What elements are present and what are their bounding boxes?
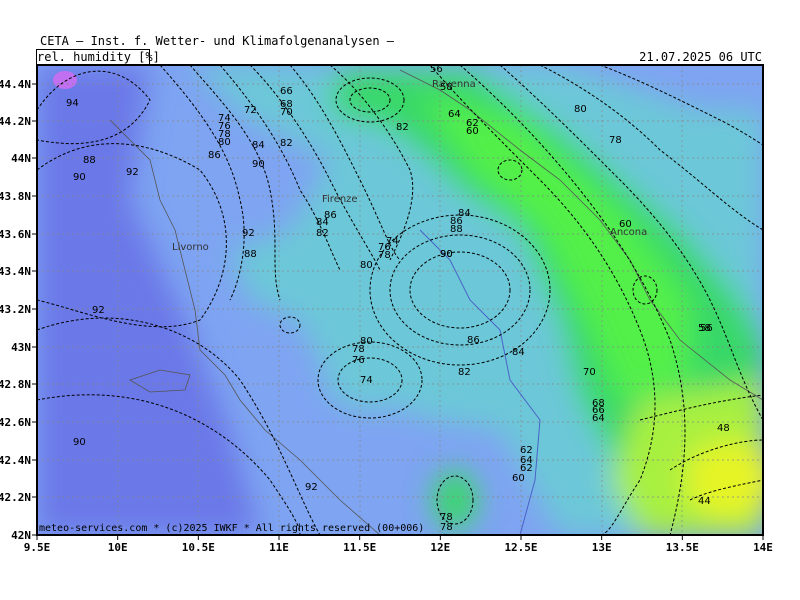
x-tick-label: 10.5E	[182, 541, 215, 554]
contour-label: 94	[66, 98, 79, 109]
contour-label: 64	[592, 413, 605, 424]
contour-label: 92	[242, 228, 255, 239]
x-tick-label: 9.5E	[24, 541, 51, 554]
contour-label: 90	[252, 159, 265, 170]
contour-label: 60	[466, 126, 479, 137]
x-tick-label: 11E	[269, 541, 289, 554]
contour-label: 84	[512, 347, 525, 358]
contour-label: 70	[583, 367, 596, 378]
y-tick-label: 43.4N	[0, 265, 31, 278]
contour-label: 80	[360, 260, 373, 271]
y-tick-label: 42.6N	[0, 416, 31, 429]
contour-label: 88	[244, 249, 257, 260]
contour-label: 92	[126, 167, 139, 178]
x-tick-label: 13.5E	[666, 541, 699, 554]
x-tick-label: 11.5E	[343, 541, 376, 554]
contour-label: 90	[440, 249, 453, 260]
contour-label: 44	[698, 496, 711, 507]
y-tick-label: 44N	[11, 152, 31, 165]
city-label: Ancona	[610, 227, 647, 238]
contour-label: 66	[280, 86, 293, 97]
y-tick-label: 42N	[11, 529, 31, 542]
contour-label: 60	[512, 473, 525, 484]
contour-label: 86	[324, 210, 337, 221]
contour-label: 76	[352, 355, 365, 366]
contour-label: 92	[305, 482, 318, 493]
x-tick-label: 13E	[592, 541, 612, 554]
y-tick-label: 43.6N	[0, 228, 31, 241]
contour-label: 78	[440, 522, 453, 533]
humidity-map: 94 88 90 92 72 74 76 78 80 86 84 82 66 6…	[0, 64, 773, 554]
contour-label: 74	[360, 375, 373, 386]
x-tick-label: 14E	[753, 541, 773, 554]
field-driest	[685, 440, 763, 520]
x-tick-label: 12E	[430, 541, 450, 554]
contour-label: 56	[700, 323, 713, 334]
city-label: Ravenna	[432, 79, 476, 90]
contour-label: 86	[208, 150, 221, 161]
contour-label: 82	[316, 228, 329, 239]
contour-label: 78	[609, 135, 622, 146]
y-tick-label: 44.2N	[0, 115, 31, 128]
contour-label: 70	[280, 107, 293, 118]
field-peak	[53, 71, 77, 89]
contour-label: 78	[378, 250, 391, 261]
contour-label: 90	[73, 437, 86, 448]
contour-label: 48	[717, 423, 730, 434]
x-tick-label: 12.5E	[504, 541, 537, 554]
city-label: Livorno	[172, 242, 209, 253]
field-green-north	[330, 78, 410, 122]
contour-label: 78	[352, 344, 365, 355]
contour-label: 80	[574, 104, 587, 115]
y-axis: 44.4N 44.2N 44N 43.8N 43.6N 43.4N 43.2N 43N 42.8…	[0, 78, 37, 542]
city-label: Firenze	[322, 194, 358, 205]
contour-label: 88	[83, 155, 96, 166]
y-tick-label: 43N	[11, 341, 31, 354]
contour-label: 86	[467, 335, 480, 346]
contour-label: 72	[244, 105, 257, 116]
contour-label: 74	[386, 236, 399, 247]
contour-label: 64	[448, 109, 461, 120]
y-tick-label: 43.8N	[0, 190, 31, 203]
contour-label: 84	[458, 208, 471, 219]
y-tick-label: 43.2N	[0, 303, 31, 316]
contour-label: 84	[252, 140, 265, 151]
contour-label: 82	[458, 367, 471, 378]
contour-label: 92	[92, 305, 105, 316]
x-tick-label: 10E	[108, 541, 128, 554]
map-credit: meteo-services.com * (c)2025 IWKF * All …	[39, 523, 424, 534]
y-tick-label: 42.4N	[0, 454, 31, 467]
humidity-field: 94 88 90 92 72 74 76 78 80 86 84 82 66 6…	[37, 65, 763, 535]
contour-label: 80	[218, 137, 231, 148]
contour-label: 82	[396, 122, 409, 133]
x-axis: 9.5E 10E 10.5E 11E 11.5E 12E 12.5E 13E 13.5E 14E	[24, 535, 773, 554]
y-tick-label: 42.2N	[0, 491, 31, 504]
y-tick-label: 42.8N	[0, 378, 31, 391]
y-tick-label: 44.4N	[0, 78, 31, 91]
contour-label: 82	[280, 138, 293, 149]
contour-label: 90	[73, 172, 86, 183]
